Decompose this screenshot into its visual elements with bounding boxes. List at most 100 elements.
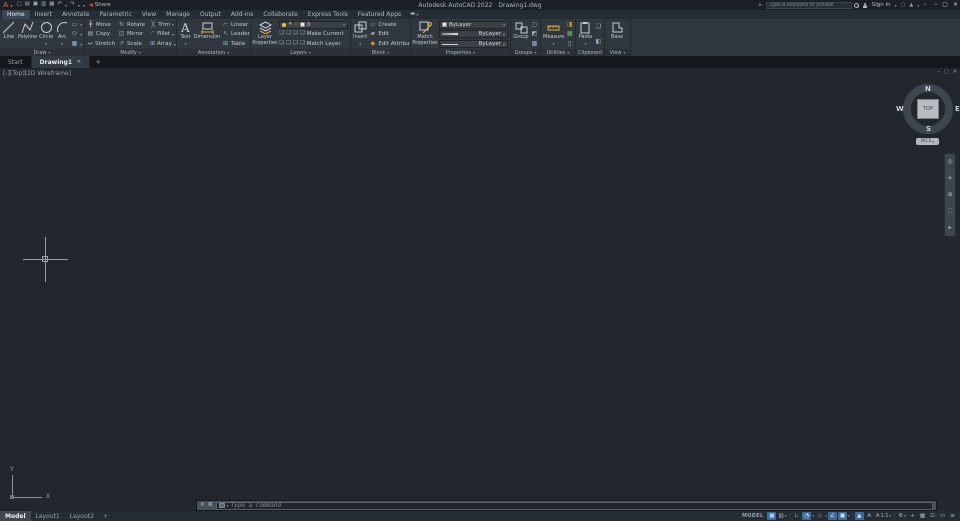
command-customize-icon[interactable]: ⚙ <box>208 503 213 509</box>
isodraft-caret-icon[interactable]: ▾ <box>825 514 827 518</box>
fillet-caret-icon[interactable]: ▾ <box>172 32 174 37</box>
circle-caret-icon[interactable]: ▾ <box>45 41 47 46</box>
annotation-visibility-toggle[interactable]: ▲ <box>855 512 864 520</box>
insert-tool[interactable]: Insert ▾ <box>353 20 367 49</box>
rectangle-tool[interactable]: ▭▾ <box>71 20 82 29</box>
show-motion-icon[interactable]: ▸ <box>948 225 951 231</box>
osnap-tracking-toggle[interactable]: ∠ <box>828 512 837 520</box>
layer-properties-tool[interactable]: Layer Properties <box>253 20 277 49</box>
edit-block-tool[interactable]: ▰Edit <box>369 30 410 39</box>
id-point-tool[interactable]: ▯ <box>566 40 573 49</box>
arc-tool[interactable]: Arc ▾ <box>55 20 69 49</box>
close-button[interactable]: ✕ <box>953 2 958 8</box>
table-tool[interactable]: ⊞Table <box>222 40 250 49</box>
minimize-button[interactable]: – <box>934 2 937 8</box>
viewcube-north[interactable]: N <box>925 85 931 93</box>
ungroup-tool[interactable]: ◻ <box>531 20 538 29</box>
draw-panel-label[interactable]: Draw▾ <box>0 49 84 56</box>
layer-dropdown[interactable]: ☀ ⬦ 0 ▾ <box>279 21 348 29</box>
command-recent-caret-icon[interactable]: ▾ <box>227 503 229 508</box>
tab-collaborate[interactable]: Collaborate <box>258 10 303 19</box>
match-properties-tool[interactable]: Match Properties <box>413 20 437 49</box>
tab-output[interactable]: Output <box>195 10 226 19</box>
layout-tab-layout2[interactable]: Layout2 <box>65 511 99 521</box>
layout-tab-layout1[interactable]: Layout1 <box>31 511 65 521</box>
insert-caret-icon[interactable]: ▾ <box>359 41 361 46</box>
app-menu-button[interactable]: A <box>3 2 8 9</box>
leader-tool[interactable]: ↖Leader▾ <box>222 30 250 39</box>
navigation-wheel-icon[interactable]: ◎ <box>947 159 952 165</box>
command-close-icon[interactable]: ✕ <box>200 503 205 509</box>
zoom-extents-icon[interactable]: ⊕ <box>947 192 952 198</box>
customization-button[interactable]: ≡ <box>948 512 957 520</box>
fillet-tool[interactable]: ◜Fillet▾ <box>150 30 174 39</box>
maximize-button[interactable]: ▢ <box>942 2 948 8</box>
command-input-field[interactable]: ▾ <box>216 502 933 510</box>
linear-tool[interactable]: ⌐Linear▾ <box>222 20 250 29</box>
collapse-icon[interactable]: » <box>923 3 926 8</box>
tab-home[interactable]: Home <box>2 10 30 19</box>
modify-panel-label[interactable]: Modify▾ <box>85 49 176 56</box>
file-tab-start[interactable]: Start <box>0 56 32 68</box>
file-tab-close-icon[interactable]: ✕ <box>77 59 81 65</box>
command-input[interactable] <box>231 502 930 509</box>
lineweight-dropdown[interactable]: ByLayer ▾ <box>439 30 508 38</box>
object-snap-toggle[interactable]: ▣ <box>838 512 847 520</box>
mirror-tool[interactable]: ◫Mirror <box>118 30 147 39</box>
cut-clip-tool[interactable]: ◧ <box>595 37 602 46</box>
workspace-switching-button[interactable]: ⚙▾ <box>897 512 907 520</box>
new-drawing-button[interactable]: + <box>90 56 106 68</box>
annotation-monitor-toggle[interactable]: + <box>908 512 917 520</box>
measure-caret-icon[interactable]: ▾ <box>553 41 555 46</box>
edit-attributes-tool[interactable]: ◆Edit Attributes▾ <box>369 40 410 49</box>
redo-caret-icon[interactable]: ▾ <box>78 3 80 8</box>
make-current-tool[interactable]: ❏❏❏❏ Make Current <box>279 30 348 39</box>
qat-customize-caret-icon[interactable]: ▾ <box>83 3 85 8</box>
tab-express-tools[interactable]: Express Tools <box>303 10 353 19</box>
grid-toggle[interactable]: ▦ <box>767 512 776 520</box>
hatch-caret-icon[interactable]: ▾ <box>80 42 82 47</box>
text-caret-icon[interactable]: ▾ <box>184 41 186 46</box>
copy-clip-tool[interactable]: ❏ <box>595 23 602 32</box>
object-color-dropdown[interactable]: ByLayer ▾ <box>439 21 508 29</box>
move-tool[interactable]: ╋Move <box>87 20 115 29</box>
tab-view[interactable]: View <box>137 10 161 19</box>
paste-tool[interactable]: Paste ▾ <box>578 20 593 49</box>
drawing-minimize-icon[interactable]: – <box>938 70 941 75</box>
autodesk-app-caret-icon[interactable]: ▾ <box>917 3 919 8</box>
trim-caret-icon[interactable]: ▾ <box>172 22 174 27</box>
graphics-performance-toggle[interactable]: ⊡ <box>928 512 937 520</box>
new-layout-button[interactable]: + <box>99 511 112 521</box>
isolate-objects-button[interactable]: ▩ <box>918 512 927 520</box>
block-panel-label[interactable]: Block▾ <box>351 49 410 56</box>
wcs-dropdown[interactable]: WCS▾ <box>916 138 939 145</box>
sign-in-caret-icon[interactable]: ▾ <box>895 3 897 8</box>
quick-select-tool[interactable]: ◨ <box>566 20 573 29</box>
open-icon[interactable]: ▤ <box>25 2 30 8</box>
undo-icon[interactable]: ↶ <box>57 2 62 8</box>
ribbon-display-icon[interactable]: ▬ <box>410 12 415 18</box>
undo-caret-icon[interactable]: ▾ <box>65 3 67 8</box>
group-selection-tool[interactable]: ▩ <box>531 40 538 49</box>
tab-annotate[interactable]: Annotate <box>57 10 94 19</box>
trim-tool[interactable]: ╳Trim▾ <box>150 20 174 29</box>
clean-screen-toggle[interactable]: ▭ <box>938 512 947 520</box>
redo-icon[interactable]: ↷ <box>70 2 75 8</box>
orbit-icon[interactable]: ◌ <box>947 208 952 214</box>
search-icon[interactable] <box>854 3 859 8</box>
file-tab-drawing1[interactable]: Drawing1 ✕ <box>32 56 91 68</box>
viewcube-east[interactable]: E <box>955 105 960 113</box>
copy-tool[interactable]: ▤Copy <box>87 30 115 39</box>
arc-caret-icon[interactable]: ▾ <box>61 41 63 46</box>
linetype-dropdown[interactable]: ByLayer ▾ <box>439 40 508 48</box>
sign-in-button[interactable]: Sign In <box>872 2 891 8</box>
search-input[interactable] <box>766 2 852 9</box>
pan-icon[interactable]: ✛ <box>947 176 952 182</box>
annotation-panel-label[interactable]: Annotation▾ <box>177 49 250 56</box>
rectangle-caret-icon[interactable]: ▾ <box>80 22 82 27</box>
array-tool[interactable]: ⊞Array▾ <box>150 40 174 49</box>
plot-icon[interactable]: ▦ <box>49 2 54 8</box>
viewcube-south[interactable]: S <box>926 125 931 133</box>
ellipse-tool[interactable]: ⬭▾ <box>71 30 82 39</box>
base-tool[interactable]: Base <box>607 20 627 49</box>
